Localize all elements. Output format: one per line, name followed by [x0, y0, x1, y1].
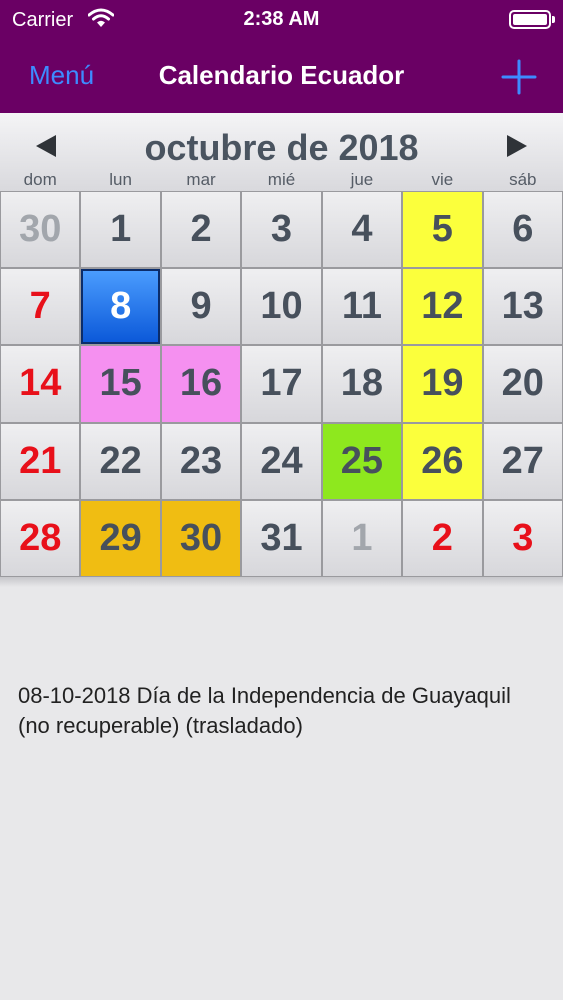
day-cell[interactable]: 30 [1, 192, 80, 268]
calendar-header: octubre de 2018 dom lun mar mié jue vie sáb [0, 113, 563, 191]
add-icon[interactable] [500, 58, 538, 96]
weekday-row: dom lun mar mié jue vie sáb [0, 170, 563, 190]
status-time: 2:38 AM [243, 8, 320, 30]
day-cell[interactable]: 24 [242, 423, 321, 499]
day-cell[interactable]: 20 [483, 346, 562, 422]
day-cell[interactable]: 27 [483, 423, 562, 499]
day-cell[interactable]: 12 [403, 269, 482, 345]
day-cell[interactable]: 21 [1, 423, 80, 499]
day-cell-selected[interactable]: 8 [81, 269, 160, 345]
day-cell[interactable]: 19 [403, 346, 482, 422]
weekday-label: mié [267, 170, 296, 189]
day-cell[interactable]: 2 [403, 500, 482, 576]
weekday-label: dom [23, 170, 57, 189]
weekday-label: vie [431, 170, 454, 189]
day-cell[interactable]: 7 [1, 269, 80, 345]
weekday-label: sáb [509, 170, 537, 189]
day-cell[interactable]: 29 [81, 500, 160, 576]
day-cell[interactable]: 26 [403, 423, 482, 499]
calendar-grid: 30 1 2 3 4 5 6 7 8 9 10 11 12 13 14 15 16 17 18 19 20 21 22 23 2… [0, 191, 563, 577]
next-month-icon[interactable] [505, 133, 529, 159]
weekday-label: mar [186, 170, 216, 189]
status-bar: Carrier 2:38 AM [0, 0, 563, 38]
day-cell[interactable]: 25 [322, 423, 402, 499]
navigation-bar: Menú Calendario Ecuador [0, 38, 563, 113]
weekday-label: lun [109, 170, 132, 189]
menu-button[interactable]: Menú [29, 60, 94, 91]
day-cell[interactable]: 4 [322, 192, 402, 268]
day-cell[interactable]: 10 [242, 269, 321, 345]
day-cell[interactable]: 30 [161, 500, 241, 576]
day-cell[interactable]: 3 [483, 500, 562, 576]
day-cell[interactable]: 1 [81, 192, 160, 268]
day-cell[interactable]: 17 [242, 346, 321, 422]
day-cell[interactable]: 14 [1, 346, 80, 422]
day-cell[interactable]: 15 [81, 346, 160, 422]
day-cell[interactable]: 23 [161, 423, 241, 499]
day-cell[interactable]: 28 [1, 500, 80, 576]
day-cell[interactable]: 6 [483, 192, 562, 268]
weekday-label: jue [350, 170, 374, 189]
day-cell[interactable]: 13 [483, 269, 562, 345]
day-cell[interactable]: 5 [403, 192, 482, 268]
day-cell[interactable]: 9 [161, 269, 241, 345]
day-cell[interactable]: 1 [322, 500, 402, 576]
month-title: octubre de 2018 [144, 127, 419, 168]
grid-shadow [0, 577, 563, 587]
day-cell[interactable]: 31 [242, 500, 321, 576]
day-cell[interactable]: 2 [161, 192, 241, 268]
day-cell[interactable]: 11 [322, 269, 402, 345]
day-cell[interactable]: 3 [242, 192, 321, 268]
day-cell[interactable]: 16 [161, 346, 241, 422]
day-cell[interactable]: 22 [81, 423, 160, 499]
top-bar: Carrier 2:38 AM Menú Calendario Ecuador [0, 0, 563, 113]
day-cell[interactable]: 18 [322, 346, 402, 422]
battery-icon [509, 10, 555, 29]
holiday-description: 08-10-2018 Día de la Independencia de Gu… [18, 683, 511, 738]
